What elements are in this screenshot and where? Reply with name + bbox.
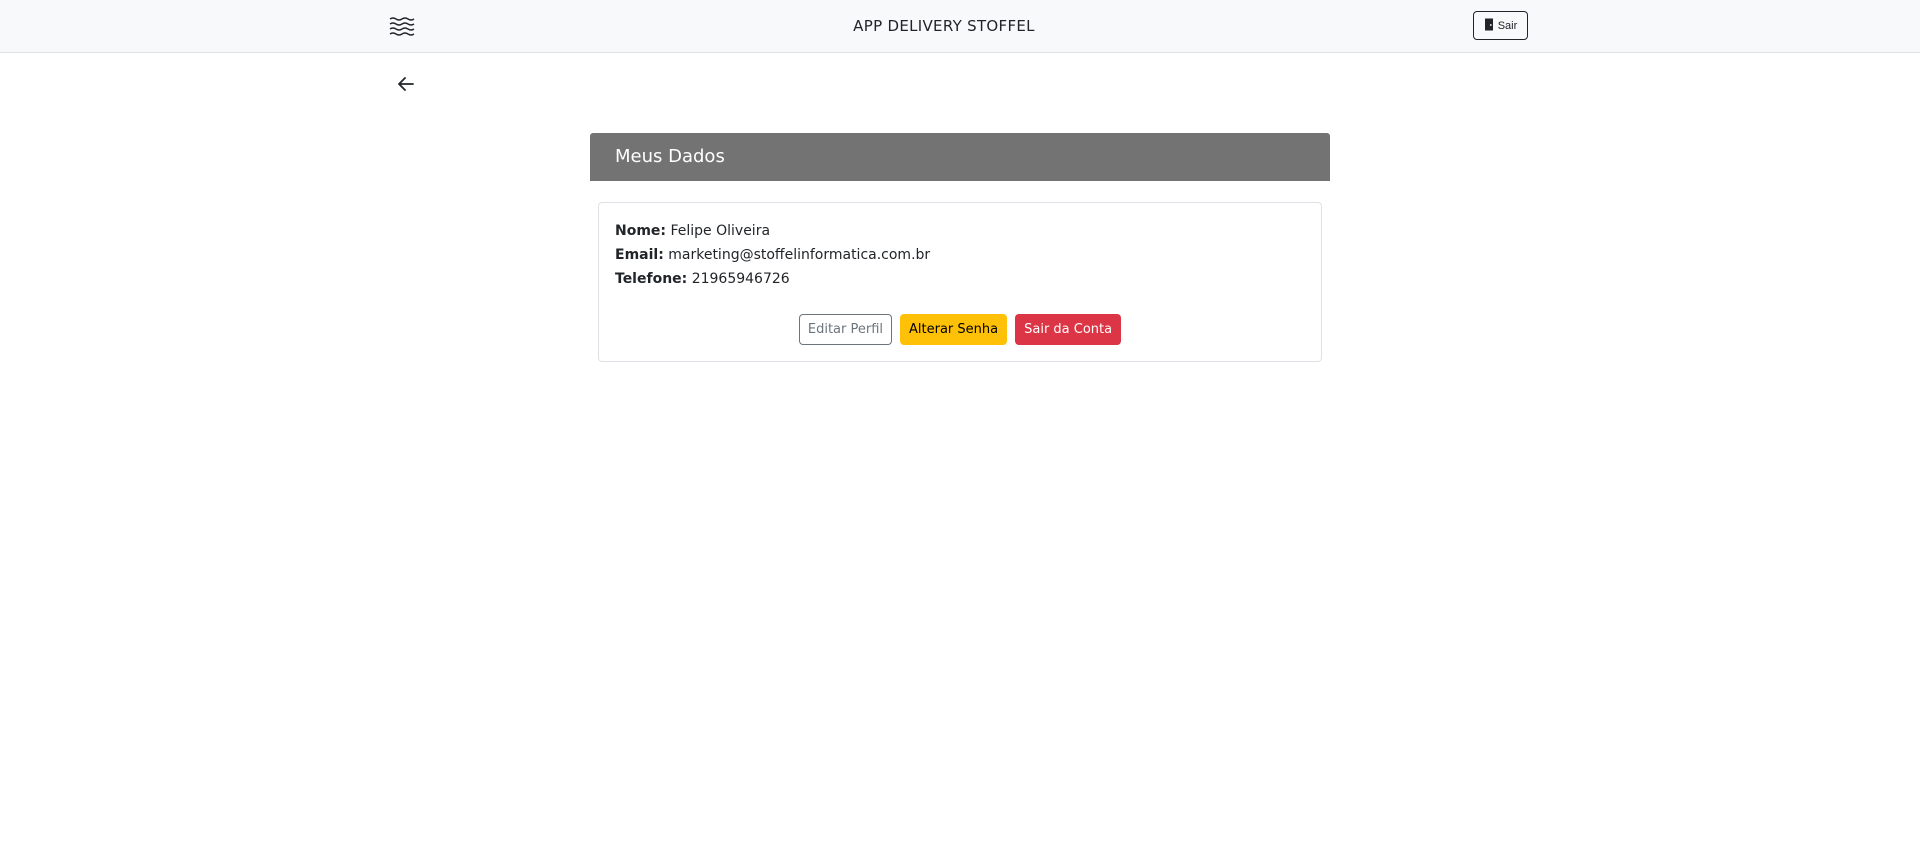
page-title: Meus Dados (615, 146, 725, 167)
email-label: Email: (615, 247, 664, 263)
phone-row: Telefone: 21965946726 (615, 267, 930, 291)
phone-label: Telefone: (615, 271, 688, 287)
profile-card: Nome: Felipe Oliveira Email: marketing@s… (598, 202, 1322, 362)
edit-profile-button[interactable]: Editar Perfil (798, 314, 893, 345)
app-brand-title: APP DELIVERY STOFFEL (853, 17, 1035, 35)
logout-label: Sair (1497, 19, 1518, 32)
top-navbar: APP DELIVERY STOFFEL Sair (0, 0, 1920, 53)
email-value: marketing@stoffelinformatica.com.br (668, 247, 931, 263)
change-password-button[interactable]: Alterar Senha (900, 314, 1008, 345)
profile-actions: Editar Perfil Alterar Senha Sair da Cont… (599, 314, 1321, 345)
arrow-left-icon[interactable] (394, 72, 418, 96)
logout-button[interactable]: Sair (1473, 11, 1528, 40)
sign-out-button[interactable]: Sair da Conta (1015, 314, 1122, 345)
profile-info: Nome: Felipe Oliveira Email: marketing@s… (615, 219, 930, 291)
menu-lines-icon[interactable] (388, 14, 416, 38)
name-value: Felipe Oliveira (670, 223, 771, 239)
profile-card-header: Meus Dados (590, 133, 1330, 181)
email-row: Email: marketing@stoffelinformatica.com.… (615, 243, 930, 267)
phone-value: 21965946726 (691, 271, 790, 287)
name-label: Nome: (615, 223, 667, 239)
name-row: Nome: Felipe Oliveira (615, 219, 930, 243)
door-icon (1484, 18, 1494, 34)
